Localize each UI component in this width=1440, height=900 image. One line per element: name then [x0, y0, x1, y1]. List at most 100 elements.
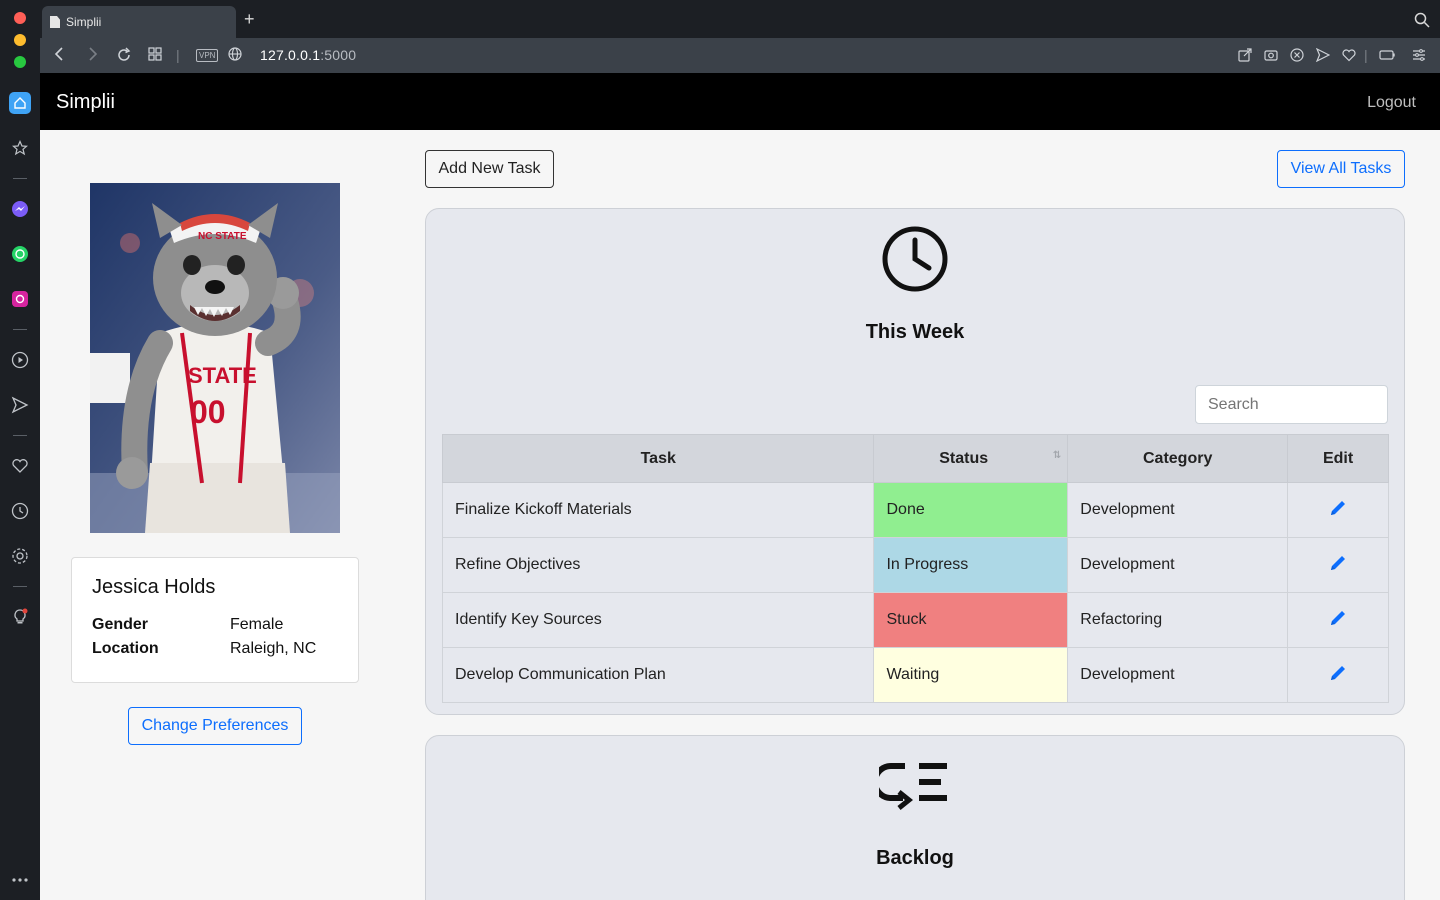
flow-send-icon[interactable]	[1315, 47, 1331, 63]
column-header-category[interactable]: Category	[1067, 434, 1289, 483]
easy-setup-menu-icon[interactable]	[1412, 48, 1426, 62]
browser-tab[interactable]: Simplii	[42, 6, 236, 38]
close-window-button[interactable]	[14, 12, 26, 24]
tab-title: Simplii	[66, 15, 102, 29]
battery-saver-icon[interactable]	[1379, 48, 1395, 62]
tasks-table: Task Status ⇅ Category Edit Finalize Kick…	[441, 434, 1389, 703]
edit-pencil-icon[interactable]	[1328, 555, 1348, 577]
history-icon[interactable]	[9, 500, 31, 522]
address-bar: | VPN 127.0.0.1:5000 |	[40, 38, 1440, 73]
tabs-grid-icon[interactable]	[148, 47, 162, 64]
globe-icon	[228, 47, 242, 64]
address-divider: |	[176, 47, 180, 63]
backlog-title: Backlog	[876, 847, 954, 869]
status-cell: Waiting	[873, 647, 1069, 703]
url-port: :5000	[320, 47, 357, 63]
logout-link[interactable]: Logout	[1367, 94, 1416, 112]
sort-arrows-icon: ⇅	[1052, 449, 1062, 461]
profile-photo: STATE 00 NC STATE	[90, 183, 340, 533]
clock-icon	[881, 225, 949, 298]
edit-pencil-icon[interactable]	[1328, 610, 1348, 632]
column-header-edit: Edit	[1287, 434, 1389, 483]
column-header-status[interactable]: Status ⇅	[873, 434, 1069, 483]
player-icon[interactable]	[9, 349, 31, 371]
toolbar-divider: |	[1364, 47, 1368, 63]
category-cell: Development	[1067, 482, 1289, 538]
category-cell: Development	[1067, 647, 1289, 703]
profile-card: Jessica Holds Gender Female Location Ral…	[71, 557, 359, 683]
favorite-heart-icon[interactable]	[1342, 48, 1356, 62]
category-cell: Development	[1067, 537, 1289, 593]
whatsapp-icon[interactable]	[9, 243, 31, 265]
brand-link[interactable]: Simplii	[56, 91, 115, 114]
task-cell: Refine Objectives	[441, 537, 875, 593]
dock-divider	[13, 586, 27, 587]
forward-icon[interactable]	[86, 47, 98, 64]
share-icon[interactable]	[1238, 48, 1252, 62]
minimize-window-button[interactable]	[14, 34, 26, 46]
table-row: Finalize Kickoff Materials Done Developm…	[441, 482, 1389, 538]
adblock-icon[interactable]	[1290, 48, 1304, 62]
browser-sidebar	[0, 0, 40, 900]
task-cell: Develop Communication Plan	[441, 647, 875, 703]
edit-cell	[1287, 537, 1389, 593]
document-icon	[50, 16, 60, 28]
dock-divider	[13, 435, 27, 436]
reload-icon[interactable]	[116, 47, 132, 66]
settings-gear-icon[interactable]	[9, 545, 31, 567]
instagram-icon[interactable]	[9, 288, 31, 310]
dock-divider	[13, 178, 27, 179]
edit-cell	[1287, 592, 1389, 648]
vpn-badge[interactable]: VPN	[196, 49, 219, 62]
new-tab-button[interactable]: +	[244, 9, 255, 30]
status-cell: In Progress	[873, 537, 1069, 593]
backlog-list-icon	[872, 758, 951, 819]
url-host: 127.0.0.1	[260, 47, 321, 63]
status-cell: Stuck	[873, 592, 1069, 648]
table-row: Develop Communication Plan Waiting Devel…	[441, 647, 1389, 703]
svg-text:STATE: STATE	[188, 363, 257, 388]
edit-pencil-icon[interactable]	[1328, 665, 1348, 687]
table-row: Identify Key Sources Stuck Refactoring	[441, 592, 1389, 648]
edit-cell	[1287, 647, 1389, 703]
svg-text:00: 00	[190, 394, 226, 430]
column-header-task[interactable]: Task	[441, 434, 875, 483]
tab-bar: Simplii +	[40, 0, 1440, 38]
bookmarks-icon[interactable]	[9, 137, 31, 159]
profile-name: Jessica Holds	[92, 576, 216, 598]
profile-field-label: Location	[92, 640, 159, 657]
heart-icon[interactable]	[9, 455, 31, 477]
profile-field-label: Gender	[92, 616, 149, 633]
home-icon[interactable]	[9, 92, 31, 114]
add-new-task-button[interactable]: Add New Task	[425, 150, 554, 188]
camera-icon[interactable]	[1264, 48, 1278, 62]
svg-text:NC STATE: NC STATE	[198, 231, 247, 242]
back-icon[interactable]	[54, 47, 66, 64]
this-week-panel: This Week Task Status ⇅ Category Edit Fin…	[425, 208, 1405, 715]
profile-field-gender: Gender Female	[92, 613, 338, 637]
view-all-tasks-button[interactable]: View All Tasks	[1277, 150, 1405, 188]
zoom-window-button[interactable]	[14, 56, 26, 68]
change-preferences-button[interactable]: Change Preferences	[128, 707, 302, 745]
tab-search-icon[interactable]	[1414, 12, 1430, 33]
task-cell: Finalize Kickoff Materials	[441, 482, 875, 538]
column-header-label: Status	[939, 449, 989, 467]
edit-pencil-icon[interactable]	[1328, 500, 1348, 522]
messenger-icon[interactable]	[9, 198, 31, 220]
this-week-title: This Week	[865, 321, 965, 343]
table-header-row: Task Status ⇅ Category Edit	[441, 434, 1389, 483]
task-search-input[interactable]	[1195, 385, 1388, 424]
profile-field-location: Location Raleigh, NC	[92, 637, 338, 661]
profile-field-value: Raleigh, NC	[230, 640, 317, 657]
task-cell: Identify Key Sources	[441, 592, 875, 648]
dock-divider	[13, 329, 27, 330]
backlog-panel: Backlog	[425, 735, 1405, 900]
url-field[interactable]: 127.0.0.1:5000	[260, 47, 356, 63]
status-cell: Done	[873, 482, 1069, 538]
profile-field-value: Female	[230, 616, 284, 633]
top-navbar: Simplii Logout	[40, 73, 1440, 130]
edit-cell	[1287, 482, 1389, 538]
more-options-icon[interactable]	[9, 869, 31, 891]
lightbulb-icon[interactable]	[9, 606, 31, 628]
send-icon[interactable]	[9, 394, 31, 416]
